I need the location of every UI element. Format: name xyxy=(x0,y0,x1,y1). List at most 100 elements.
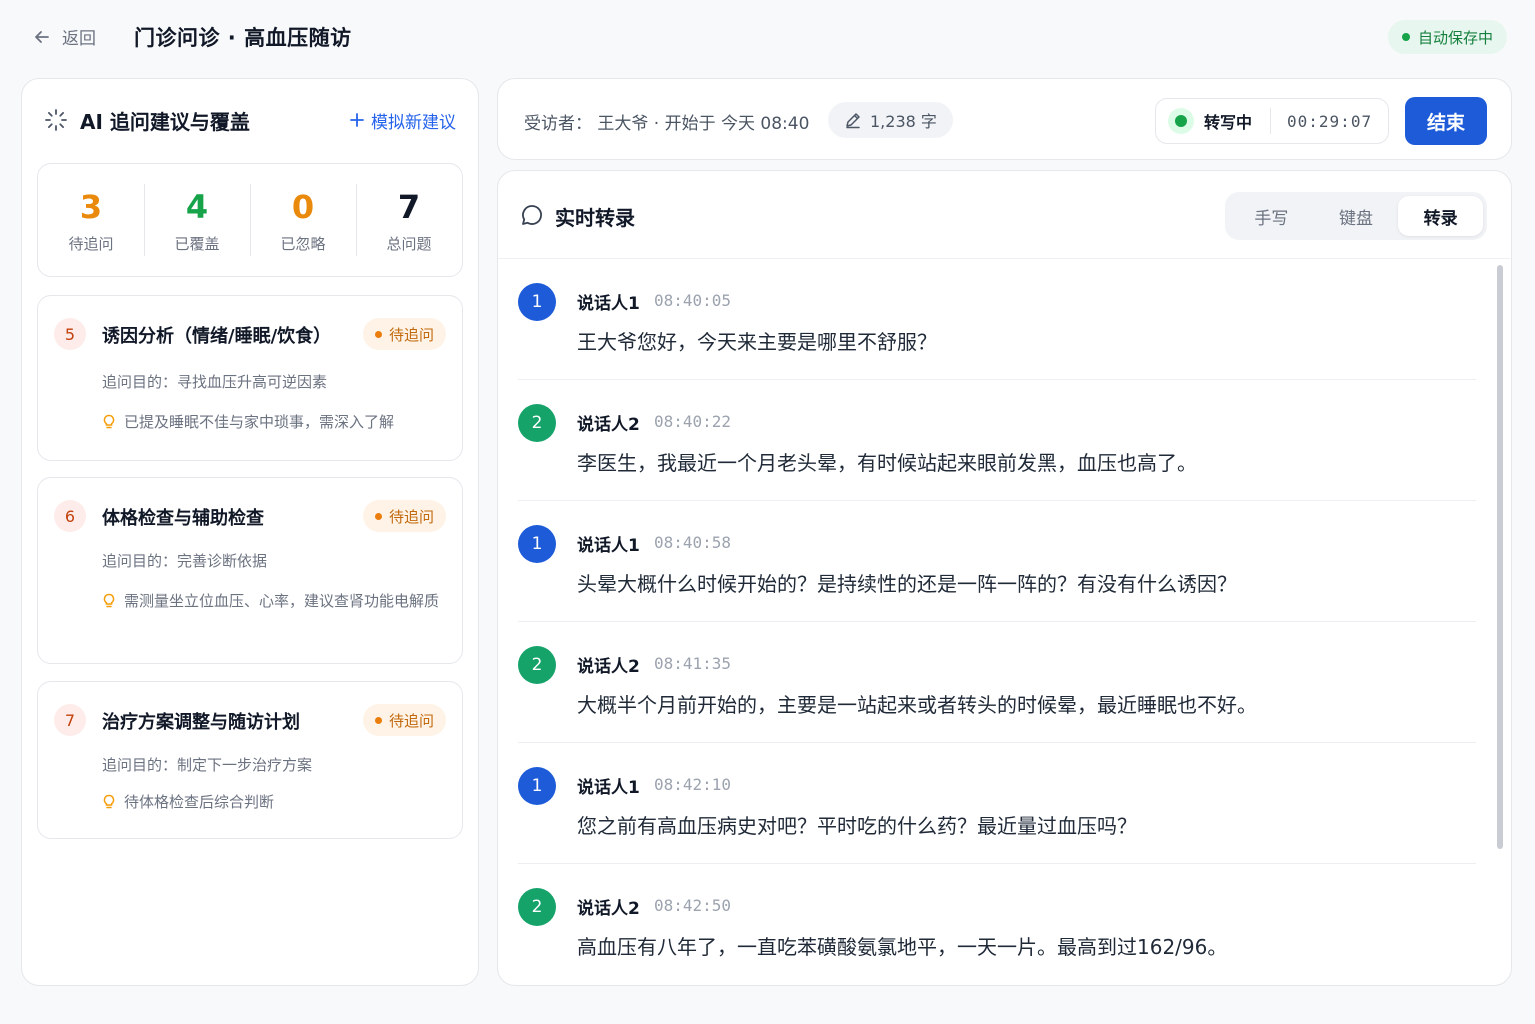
question-card[interactable]: 7 治疗方案调整与随访计划 待追问 追问目的：制定下一步治疗方案 待体格检查后综… xyxy=(37,681,463,839)
question-note-text: 待体格检查后综合判断 xyxy=(124,793,275,811)
question-note-text: 已提及睡眠不佳与家中琐事，需深入了解 xyxy=(124,413,395,431)
speaker-name: 说话人2 xyxy=(577,415,640,435)
suggestions-title: AI 追问建议与覆盖 xyxy=(80,109,250,134)
tab-transcription[interactable]: 转录 xyxy=(1398,196,1484,236)
speaker-avatar: 2 xyxy=(518,646,556,684)
suggestions-header: AI 追问建议与覆盖 模拟新建议 xyxy=(44,105,456,135)
message-text: 您之前有高血压病史对吧？平时吃的什么药？最近量过血压吗？ xyxy=(577,814,1137,838)
status-badge: 待追问 xyxy=(362,500,446,532)
transcript-title: 实时转录 xyxy=(555,206,635,230)
stat-covered: 4 已覆盖 xyxy=(144,164,250,276)
stat-label: 待追问 xyxy=(68,234,114,253)
speaker-avatar: 1 xyxy=(518,767,556,805)
message-timestamp: 08:40:05 xyxy=(654,291,732,310)
stat-pending: 3 待追问 xyxy=(38,164,144,276)
speaker-avatar: 1 xyxy=(518,283,556,321)
question-note: 需测量坐立位血压、心率，建议查肾功能电解质 xyxy=(102,587,440,615)
back-label: 返回 xyxy=(62,29,96,49)
autosave-badge: 自动保存中 xyxy=(1387,20,1507,54)
message-timestamp: 08:42:50 xyxy=(654,896,732,915)
plus-icon xyxy=(350,113,364,127)
message-text: 大概半个月前开始的，主要是一站起来或者转头的时候晕，最近睡眠也不好。 xyxy=(577,693,1257,717)
recording-indicator-icon xyxy=(1168,108,1194,134)
transcript-message: 2 说话人2 08:40:22 李医生，我最近一个月老头晕，有时候站起来眼前发黑… xyxy=(518,380,1476,501)
question-number: 6 xyxy=(54,500,86,532)
message-timestamp: 08:40:58 xyxy=(654,533,732,552)
message-text: 李医生，我最近一个月老头晕，有时候站起来眼前发黑，血压也高了。 xyxy=(577,451,1197,475)
recording-label: 转写中 xyxy=(1204,113,1253,132)
message-text: 王大爷您好，今天来主要是哪里不舒服？ xyxy=(577,330,937,354)
word-count-chip: 1,238 字 xyxy=(828,102,953,138)
stat-ignored: 0 已忽略 xyxy=(250,164,356,276)
stat-value: 0 xyxy=(291,187,315,226)
lightbulb-icon xyxy=(103,794,115,809)
question-note-text: 需测量坐立位血压、心率，建议查肾功能电解质 xyxy=(124,592,440,610)
status-badge-label: 待追问 xyxy=(388,711,434,730)
tab-handwriting[interactable]: 手写 xyxy=(1229,196,1314,236)
end-session-button[interactable]: 结束 xyxy=(1405,97,1487,145)
lightbulb-icon xyxy=(103,414,115,429)
session-bar: 受访者： 王大爷 · 开始于 今天 08:40 1,238 字 转写中 00:2… xyxy=(497,78,1512,160)
status-dot-icon xyxy=(374,330,382,338)
question-card[interactable]: 5 诱因分析（情绪/睡眠/饮食） 待追问 追问目的：寻找血压升高可逆因素 已提及… xyxy=(37,295,463,461)
transcript-message: 2 说话人2 08:41:35 大概半个月前开始的，主要是一站起来或者转头的时候… xyxy=(518,622,1476,743)
message-text: 头晕大概什么时候开始的？是持续性的还是一阵一阵的？有没有什么诱因？ xyxy=(577,572,1237,596)
stat-label: 已覆盖 xyxy=(174,234,220,253)
speaker-name: 说话人2 xyxy=(577,657,640,677)
message-timestamp: 08:42:10 xyxy=(654,775,732,794)
pencil-icon xyxy=(846,113,860,129)
question-note: 已提及睡眠不佳与家中琐事，需深入了解 xyxy=(102,408,440,436)
transcript-header: 实时转录 手写 键盘 转录 xyxy=(498,171,1511,259)
question-purpose: 追问目的：完善诊断依据 xyxy=(102,552,268,570)
question-title: 体格检查与辅助检查 xyxy=(102,508,264,529)
transcript-message: 1 说话人1 08:40:05 王大爷您好，今天来主要是哪里不舒服？ xyxy=(518,259,1476,380)
status-dot-icon xyxy=(1401,33,1410,41)
stat-label: 已忽略 xyxy=(280,234,326,253)
status-badge-label: 待追问 xyxy=(388,507,434,526)
autosave-label: 自动保存中 xyxy=(1417,28,1493,47)
coverage-stats: 3 待追问 4 已覆盖 0 已忽略 7 总问题 xyxy=(37,163,463,277)
input-mode-switch: 手写 键盘 转录 xyxy=(1225,192,1487,240)
speaker-name: 说话人1 xyxy=(577,778,640,798)
question-purpose: 追问目的：寻找血压升高可逆因素 xyxy=(102,373,328,391)
status-badge-label: 待追问 xyxy=(388,325,434,344)
speaker-name: 说话人1 xyxy=(577,536,640,556)
stat-value: 7 xyxy=(397,187,421,226)
question-note: 待体格检查后综合判断 xyxy=(102,788,440,816)
suggestions-panel: AI 追问建议与覆盖 模拟新建议 3 待追问 4 已覆盖 0 已忽略 7 总问题… xyxy=(21,78,479,986)
status-dot-icon xyxy=(374,512,382,520)
question-number: 5 xyxy=(54,318,86,350)
interviewee-info: 受访者： 王大爷 · 开始于 今天 08:40 xyxy=(524,114,810,134)
recording-status: 转写中 00:29:07 xyxy=(1155,98,1389,144)
question-purpose: 追问目的：制定下一步治疗方案 xyxy=(102,756,313,774)
simulate-suggestion-button[interactable]: 模拟新建议 xyxy=(349,108,456,133)
transcript-panel: 实时转录 手写 键盘 转录 1 说话人1 08:40:05 王大爷您好，今天来主… xyxy=(497,170,1512,986)
message-timestamp: 08:41:35 xyxy=(654,654,732,673)
question-title: 治疗方案调整与随访计划 xyxy=(102,712,300,733)
scrollbar[interactable] xyxy=(1497,265,1503,849)
arrow-left-icon xyxy=(35,30,49,43)
stat-label: 总问题 xyxy=(386,234,432,253)
chat-bubble-icon xyxy=(522,205,542,225)
status-badge: 待追问 xyxy=(362,704,446,736)
message-text: 高血压有八年了，一直吃苯磺酸氨氯地平，一天一片。最高到过162/96。 xyxy=(577,935,1228,959)
status-badge: 待追问 xyxy=(362,318,446,350)
simulate-suggestion-label: 模拟新建议 xyxy=(371,112,456,133)
word-count: 1,238 字 xyxy=(870,112,937,131)
transcript-message: 1 说话人1 08:40:58 头晕大概什么时候开始的？是持续性的还是一阵一阵的… xyxy=(518,501,1476,622)
question-number: 7 xyxy=(54,704,86,736)
speaker-avatar: 2 xyxy=(518,888,556,926)
speaker-avatar: 1 xyxy=(518,525,556,563)
speaker-avatar: 2 xyxy=(518,404,556,442)
back-button[interactable]: 返回 xyxy=(32,24,96,49)
page-title: 门诊问诊 · 高血压随访 xyxy=(134,26,352,50)
question-card[interactable]: 6 体格检查与辅助检查 待追问 追问目的：完善诊断依据 需测量坐立位血压、心率，… xyxy=(37,477,463,664)
speaker-name: 说话人1 xyxy=(577,294,640,314)
divider xyxy=(1270,108,1272,134)
top-bar: 返回 门诊问诊 · 高血压随访 自动保存中 xyxy=(0,0,1535,76)
question-title: 诱因分析（情绪/睡眠/饮食） xyxy=(102,326,332,347)
transcript-message: 2 说话人2 08:42:50 高血压有八年了，一直吃苯磺酸氨氯地平，一天一片。… xyxy=(518,864,1476,985)
tab-keyboard[interactable]: 键盘 xyxy=(1314,196,1399,236)
stat-value: 3 xyxy=(79,187,103,226)
stat-total: 7 总问题 xyxy=(356,164,462,276)
